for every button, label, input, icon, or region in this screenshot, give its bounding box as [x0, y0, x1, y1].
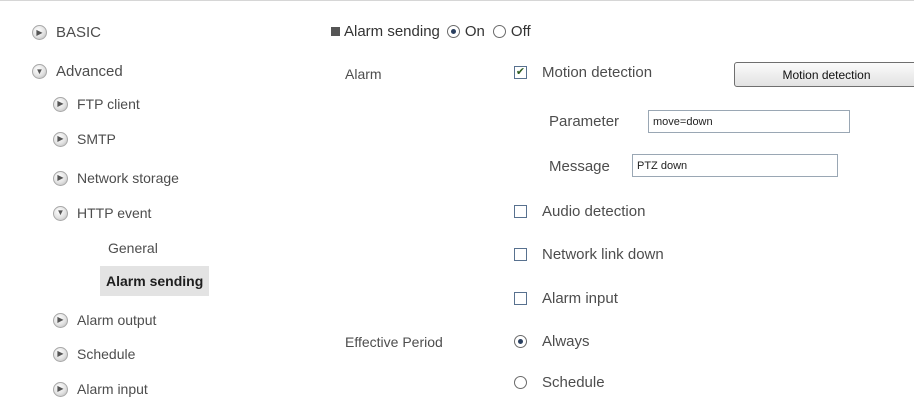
sidebar-item-advanced[interactable]: ▼ Advanced: [32, 63, 123, 80]
sidebar-item-alarm-input[interactable]: ▶ Alarm input: [53, 381, 148, 397]
expand-arrow-icon: ▶: [32, 25, 47, 40]
expand-arrow-icon: ▶: [53, 96, 68, 112]
sidebar-item-general[interactable]: General: [108, 240, 158, 256]
schedule-radio[interactable]: [514, 376, 527, 389]
always-radio[interactable]: [514, 335, 527, 348]
off-label: Off: [510, 23, 531, 40]
sidebar-item-label: Alarm sending: [106, 273, 204, 289]
sidebar-item-label: Schedule: [77, 346, 136, 362]
sidebar-item-label: General: [108, 240, 158, 256]
expand-arrow-icon: ▶: [53, 131, 68, 147]
sidebar-item-http-event[interactable]: ▼ HTTP event: [53, 205, 151, 221]
parameter-input[interactable]: [648, 110, 850, 133]
sidebar-item-basic[interactable]: ▶ BASIC: [32, 24, 101, 41]
always-option[interactable]: Always: [514, 333, 590, 350]
sidebar-item-label: Advanced: [56, 63, 123, 80]
motion-detection-button[interactable]: Motion detection: [734, 62, 914, 87]
sidebar-item-label: HTTP event: [77, 205, 152, 221]
collapse-arrow-icon: ▼: [53, 205, 68, 221]
alarm-label: Alarm: [345, 66, 382, 82]
sidebar-item-alarm-sending[interactable]: Alarm sending: [100, 266, 210, 296]
sidebar-item-schedule[interactable]: ▶ Schedule: [53, 346, 135, 362]
alarm-input-checkbox[interactable]: [514, 292, 527, 305]
sidebar-item-ftp-client[interactable]: ▶ FTP client: [53, 96, 140, 112]
expand-arrow-icon: ▶: [53, 312, 68, 328]
motion-detection-checkbox[interactable]: ✔: [514, 66, 527, 79]
audio-detection-label: Audio detection: [542, 203, 646, 220]
expand-arrow-icon: ▶: [53, 170, 68, 186]
audio-detection-option[interactable]: Audio detection: [514, 203, 645, 220]
expand-arrow-icon: ▶: [53, 346, 68, 362]
collapse-arrow-icon: ▼: [32, 64, 47, 79]
sidebar-item-smtp[interactable]: ▶ SMTP: [53, 131, 116, 147]
expand-arrow-icon: ▶: [53, 381, 68, 397]
parameter-label: Parameter: [549, 113, 620, 130]
section-bullet-icon: [331, 27, 340, 36]
sidebar-item-label: SMTP: [77, 131, 116, 147]
sidebar-item-alarm-output[interactable]: ▶ Alarm output: [53, 312, 156, 328]
section-title: Alarm sending On Off: [331, 23, 531, 40]
alarm-input-option[interactable]: Alarm input: [514, 290, 618, 307]
alarm-input-label: Alarm input: [542, 290, 618, 307]
sidebar: ▶ BASIC ▼ Advanced ▶ FTP client ▶ SMTP ▶…: [0, 0, 265, 403]
alarm-sending-on-radio[interactable]: [446, 25, 460, 38]
page-title: Alarm sending: [344, 23, 440, 40]
sidebar-item-label: BASIC: [56, 24, 102, 41]
message-input[interactable]: [632, 154, 838, 177]
message-label: Message: [549, 158, 610, 175]
network-link-down-option[interactable]: Network link down: [514, 246, 664, 263]
on-label: On: [464, 23, 485, 40]
motion-detection-label: Motion detection: [542, 64, 653, 81]
motion-detection-option[interactable]: ✔ Motion detection: [514, 64, 652, 81]
network-link-down-checkbox[interactable]: [514, 248, 527, 261]
sidebar-item-label: Alarm output: [77, 312, 157, 328]
alarm-sending-off-radio[interactable]: [492, 25, 506, 38]
audio-detection-checkbox[interactable]: [514, 205, 527, 218]
schedule-label: Schedule: [542, 374, 605, 391]
schedule-option[interactable]: Schedule: [514, 374, 605, 391]
sidebar-item-label: Alarm input: [77, 381, 148, 397]
sidebar-item-network-storage[interactable]: ▶ Network storage: [53, 170, 179, 186]
alarm-sending-form: Alarm sending On Off Alarm ✔ Motion dete…: [265, 0, 914, 403]
effective-period-label: Effective Period: [345, 334, 443, 350]
always-label: Always: [542, 333, 590, 350]
sidebar-item-label: FTP client: [77, 96, 140, 112]
network-link-down-label: Network link down: [542, 246, 664, 263]
sidebar-item-label: Network storage: [77, 170, 179, 186]
